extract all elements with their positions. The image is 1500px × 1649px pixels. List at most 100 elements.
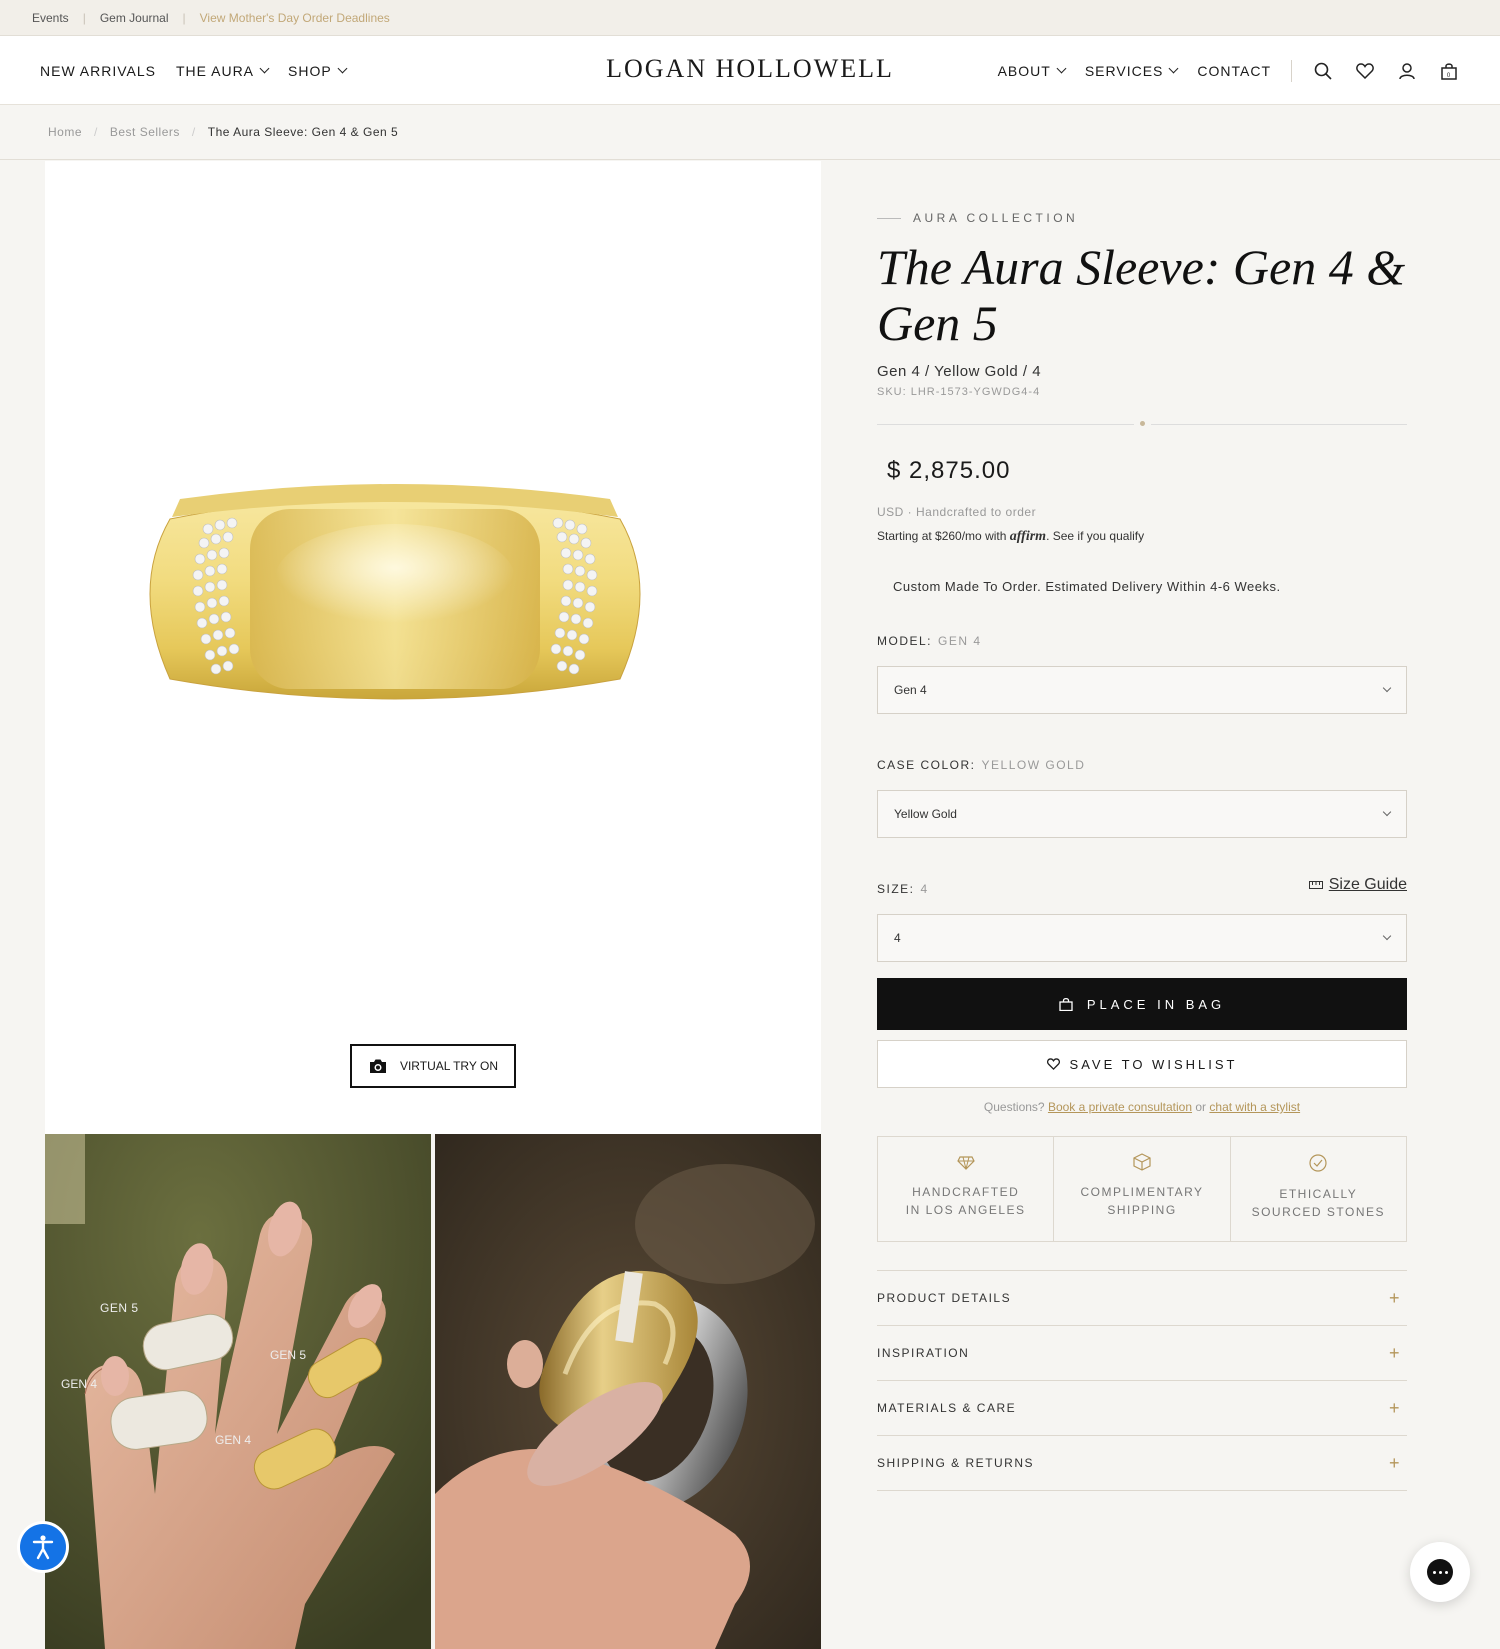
feature-badges: HANDCRAFTED IN LOS ANGELES COMPLIMENTARY… — [877, 1136, 1407, 1242]
gem-journal-link[interactable]: Gem Journal — [100, 11, 169, 25]
product-info: AURA COLLECTION The Aura Sleeve: Gen 4 &… — [877, 161, 1407, 1491]
feature-shipping: COMPLIMENTARY SHIPPING — [1054, 1137, 1231, 1241]
accessibility-icon — [32, 1535, 54, 1560]
account-icon[interactable] — [1396, 60, 1418, 82]
search-icon[interactable] — [1312, 60, 1334, 82]
affirm-suffix: . See if you qualify — [1046, 529, 1145, 543]
main-product-image[interactable]: VIRTUAL TRY ON — [45, 161, 821, 1134]
questions-or: or — [1195, 1100, 1207, 1114]
box-icon — [1133, 1153, 1151, 1171]
nav-services[interactable]: SERVICES — [1085, 63, 1179, 79]
chevron-down-icon — [337, 63, 348, 74]
heart-icon — [1046, 1058, 1060, 1070]
book-consultation-link[interactable]: Book a private consultation — [1048, 1100, 1192, 1114]
bag-icon[interactable]: 0 — [1438, 60, 1460, 82]
nav-label: ABOUT — [997, 62, 1051, 79]
model-select[interactable]: Gen 4 — [877, 666, 1407, 714]
questions-prefix: Questions? — [983, 1100, 1045, 1114]
breadcrumb-current: The Aura Sleeve: Gen 4 & Gen 5 — [207, 125, 399, 139]
nav-the-aura[interactable]: THE AURA — [176, 63, 270, 79]
breadcrumb-home[interactable]: Home — [48, 125, 82, 139]
breadcrumb-separator: / — [191, 125, 196, 139]
accessibility-button[interactable] — [20, 1524, 66, 1570]
price-info: USD · Handcrafted to order — [877, 505, 1037, 519]
breadcrumb-best-sellers[interactable]: Best Sellers — [110, 125, 180, 139]
nav-shop[interactable]: SHOP — [288, 62, 348, 79]
divider: | — [182, 10, 186, 25]
check-circle-icon — [1309, 1154, 1327, 1172]
model-field-label: MODEL: GEN 4 — [877, 634, 1407, 648]
size-label: SIZE: — [877, 882, 915, 896]
plus-icon: + — [1388, 1342, 1401, 1363]
collection-name[interactable]: AURA COLLECTION — [913, 211, 1078, 225]
affirm-prefix: Starting at $260/mo with — [877, 529, 1007, 543]
feature-handcrafted: HANDCRAFTED IN LOS ANGELES — [878, 1137, 1055, 1241]
secondary-nav: ABOUT SERVICES CONTACT 0 — [998, 36, 1460, 105]
save-to-wishlist-button[interactable]: SAVE TO WISHLIST — [877, 1040, 1407, 1088]
section-divider — [877, 421, 1407, 426]
eyebrow-line — [877, 217, 901, 219]
size-select-value: 4 — [894, 931, 901, 945]
accordion-shipping-returns[interactable]: SHIPPING & RETURNS + — [877, 1436, 1407, 1491]
divider: | — [82, 10, 86, 25]
size-select[interactable]: 4 — [877, 914, 1407, 962]
chat-icon — [1427, 1559, 1453, 1585]
chevron-down-icon — [1382, 807, 1392, 817]
camera-icon — [369, 1059, 386, 1073]
nav-new-arrivals[interactable]: NEW ARRIVALS — [40, 63, 156, 79]
product-price: $ 2,875.00 — [887, 457, 1011, 484]
color-value: YELLOW GOLD — [981, 758, 1086, 772]
size-guide-label: Size Guide — [1328, 876, 1407, 893]
bag-icon — [1059, 997, 1073, 1011]
heart-icon[interactable] — [1354, 60, 1376, 82]
accordion-label: MATERIALS & CARE — [877, 1401, 1017, 1415]
nav-divider — [1291, 59, 1292, 82]
place-in-bag-button[interactable]: PLACE IN BAG — [877, 978, 1407, 1030]
feature-line1: ETHICALLY — [1279, 1187, 1358, 1201]
ring-label-gen4: GEN 4 — [61, 1377, 97, 1391]
affirm-message[interactable]: Starting at $260/mo with affirm. See if … — [877, 529, 1407, 545]
plus-icon: + — [1388, 1452, 1401, 1473]
feature-line2: SOURCED STONES — [1251, 1205, 1386, 1219]
primary-nav: NEW ARRIVALS THE AURA SHOP — [40, 36, 348, 105]
color-field-label: CASE COLOR: YELLOW GOLD — [877, 758, 1407, 772]
accordion-label: INSPIRATION — [877, 1346, 970, 1360]
size-value: 4 — [920, 882, 929, 896]
product-title: The Aura Sleeve: Gen 4 & Gen 5 — [877, 239, 1406, 351]
color-select-value: Yellow Gold — [894, 807, 957, 821]
collection-eyebrow: AURA COLLECTION — [877, 211, 1407, 225]
color-select[interactable]: Yellow Gold — [877, 790, 1407, 838]
promo-link[interactable]: View Mother's Day Order Deadlines — [200, 11, 390, 25]
nav-label: SHOP — [288, 62, 332, 79]
model-label: MODEL: — [877, 634, 933, 648]
size-guide-link[interactable]: Size Guide — [1308, 876, 1407, 894]
feature-line2: SHIPPING — [1107, 1203, 1177, 1217]
site-header: NEW ARRIVALS THE AURA SHOP LOGAN HOLLOWE… — [0, 36, 1500, 105]
brand-logo[interactable]: LOGAN HOLLOWELL — [606, 54, 894, 84]
selected-variant: Gen 4 / Yellow Gold / 4 — [877, 363, 1042, 380]
chat-stylist-link[interactable]: chat with a stylist — [1209, 1100, 1300, 1114]
accordion-product-details[interactable]: PRODUCT DETAILS + — [877, 1271, 1407, 1326]
questions-line: Questions? Book a private consultation o… — [877, 1100, 1407, 1114]
hand-rings-photo: GEN 5 GEN 5 GEN 4 GEN 4 — [45, 1134, 431, 1649]
virtual-try-on-button[interactable]: VIRTUAL TRY ON — [350, 1044, 516, 1088]
chat-widget-button[interactable] — [1410, 1542, 1470, 1602]
breadcrumb-separator: / — [94, 125, 98, 139]
utility-bar: Events | Gem Journal | View Mother's Day… — [0, 0, 1500, 36]
events-link[interactable]: Events — [32, 11, 69, 25]
feature-line1: COMPLIMENTARY — [1080, 1185, 1204, 1199]
nav-contact[interactable]: CONTACT — [1197, 63, 1271, 79]
gallery-image-hand-rings[interactable]: GEN 5 GEN 5 GEN 4 GEN 4 — [45, 1134, 431, 1649]
feature-line1: HANDCRAFTED — [912, 1185, 1020, 1199]
chevron-down-icon — [259, 63, 270, 74]
gallery-image-ring-held[interactable] — [435, 1134, 821, 1649]
ring-image — [149, 484, 641, 700]
accordion-inspiration[interactable]: INSPIRATION + — [877, 1326, 1407, 1381]
chevron-down-icon — [1168, 63, 1179, 74]
tryon-label: VIRTUAL TRY ON — [399, 1059, 499, 1073]
accordion-materials-care[interactable]: MATERIALS & CARE + — [877, 1381, 1407, 1436]
affirm-logo: affirm — [1009, 529, 1047, 544]
nav-about[interactable]: ABOUT — [997, 62, 1067, 79]
ring-label-gen5b: GEN 5 — [270, 1348, 306, 1362]
plus-icon: + — [1388, 1287, 1401, 1308]
